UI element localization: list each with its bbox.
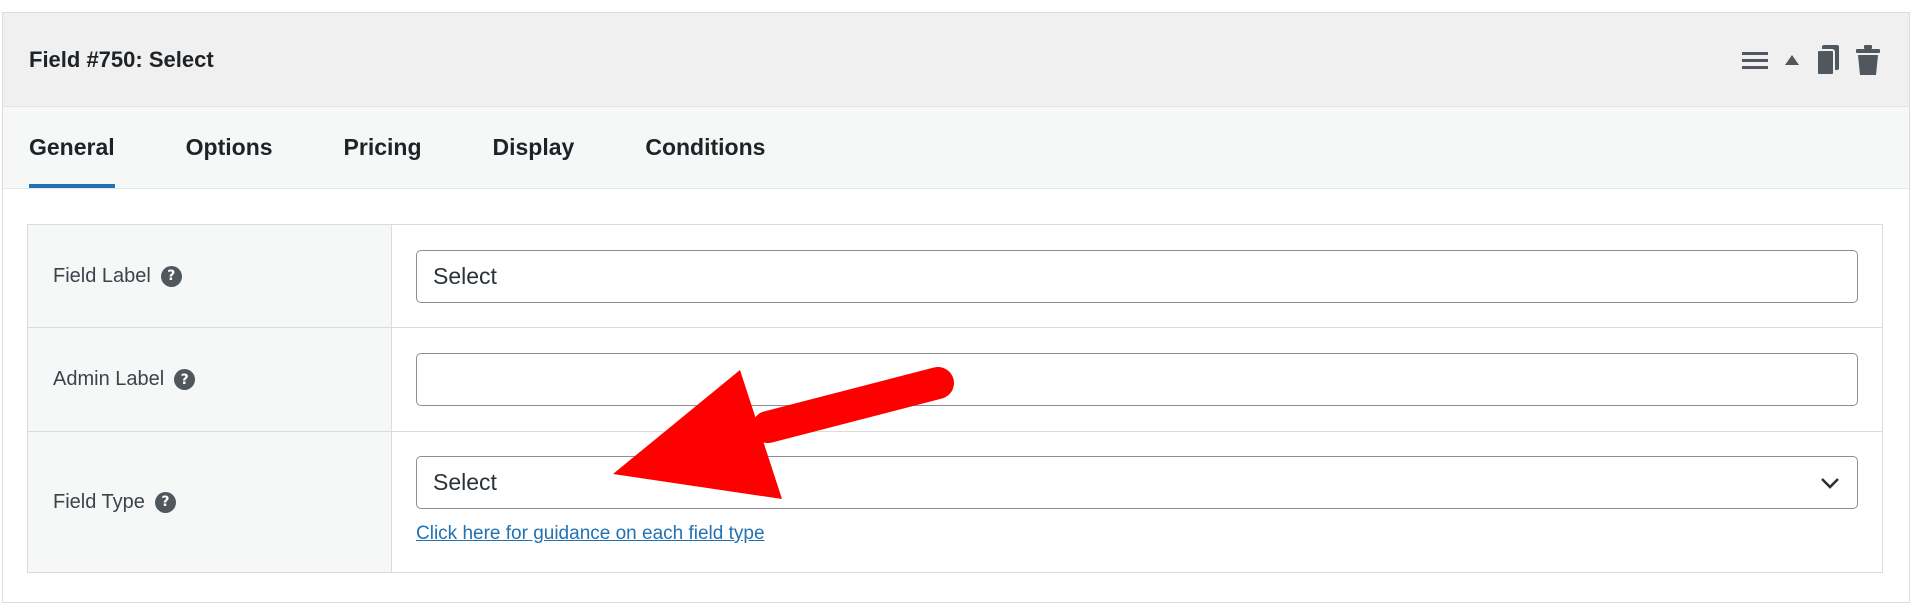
field-label-label: Field Label: [53, 264, 151, 287]
triangle-up-icon[interactable]: [1783, 53, 1801, 67]
tab-bar: General Options Pricing Display Conditio…: [3, 107, 1909, 189]
admin-label-cell: Admin Label ?: [28, 328, 392, 431]
hamburger-icon[interactable]: [1741, 49, 1769, 71]
field-type-label: Field Type: [53, 490, 145, 513]
help-icon[interactable]: ?: [154, 491, 176, 513]
tab-display[interactable]: Display: [493, 107, 575, 188]
field-type-guidance-link[interactable]: Click here for guidance on each field ty…: [416, 523, 765, 545]
field-label-input[interactable]: [416, 249, 1858, 303]
tab-conditions[interactable]: Conditions: [645, 107, 765, 188]
field-type-row: Field Type ? Select Click here for guida…: [28, 432, 1882, 572]
copy-icon[interactable]: [1815, 44, 1841, 76]
field-type-value-cell: Select Click here for guidance on each f…: [392, 432, 1882, 572]
help-icon[interactable]: ?: [174, 369, 196, 390]
tab-general[interactable]: General: [29, 107, 115, 188]
field-label-value-cell: [392, 225, 1882, 327]
field-label-row: Field Label ?: [28, 225, 1882, 328]
admin-label-label: Admin Label: [53, 368, 165, 390]
tab-options[interactable]: Options: [186, 107, 273, 188]
tab-pricing[interactable]: Pricing: [344, 107, 422, 188]
chevron-down-icon: [1819, 469, 1841, 496]
header-actions: [1741, 44, 1881, 76]
admin-label-value-cell: [392, 328, 1882, 431]
field-type-selected-value: Select: [433, 469, 497, 495]
trash-icon[interactable]: [1855, 44, 1881, 76]
settings-table: Field Label ? Admin Label ? Field Type ?…: [27, 224, 1883, 573]
field-type-cell: Field Type ?: [28, 432, 392, 572]
field-type-select[interactable]: Select: [416, 456, 1858, 509]
help-icon[interactable]: ?: [160, 265, 182, 287]
admin-label-input[interactable]: [416, 353, 1858, 406]
admin-label-row: Admin Label ?: [28, 328, 1882, 432]
field-label-cell: Field Label ?: [28, 225, 392, 327]
panel-header: Field #750: Select: [3, 13, 1909, 107]
panel-title: Field #750: Select: [29, 46, 214, 72]
